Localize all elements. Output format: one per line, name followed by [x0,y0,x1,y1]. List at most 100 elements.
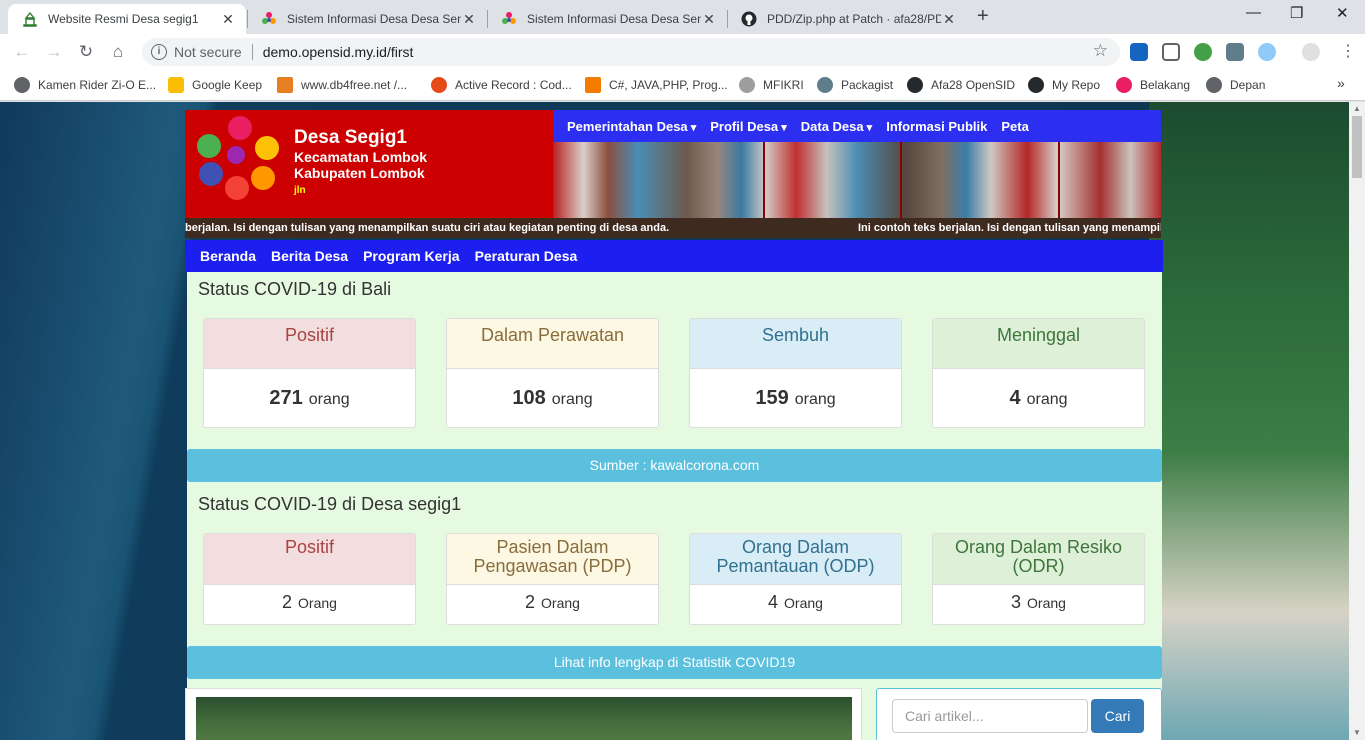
search-button[interactable]: Cari [1091,699,1144,733]
nav-peta[interactable]: Peta [1001,119,1028,134]
bookmark-item[interactable]: www.db4free.net /... [277,77,407,93]
running-text-2: Ini contoh teks berjalan. Isi dengan tul… [858,222,1161,234]
opensid-logo-icon [502,12,516,24]
search-widget: Cari artikel... Cari [876,688,1162,740]
card-unit: Orang [784,595,823,611]
covid-desa-title: Status COVID-19 di Desa segig1 [198,494,462,514]
tab-title: Website Resmi Desa segig1 [48,12,199,26]
covid-statistics-link[interactable]: Lihat info lengkap di Statistik COVID19 [187,646,1162,679]
globe-icon [14,77,30,93]
page-scrollbar[interactable]: ▲ ▼ [1349,102,1365,740]
featured-article-image[interactable] [196,697,852,740]
bookmark-item[interactable]: My Repo [1028,77,1100,93]
maximize-button[interactable]: ❐ [1290,4,1303,22]
security-label: Not secure [174,44,242,60]
nav-peraturan-desa[interactable]: Peraturan Desa [475,248,578,264]
codeigniter-icon [431,77,447,93]
site-kecamatan: Kecamatan Lombok [294,149,428,165]
site-name[interactable]: Desa Segig1 [294,127,407,149]
header-photo-strip [553,142,1161,218]
github-icon [907,77,923,93]
phpmyadmin-icon [277,77,293,93]
card-value: 3 [1011,592,1022,612]
packagist-icon [817,77,833,93]
card-value: 2 [525,592,536,612]
reload-button[interactable]: ↻ [76,42,96,62]
extension-globe-icon[interactable] [1194,43,1212,61]
nav-data-desa[interactable]: Data Desa [801,119,872,134]
extension-info-icon[interactable] [1258,43,1276,61]
close-tab-icon[interactable]: ✕ [461,11,477,28]
bookmark-item[interactable]: C#, JAVA,PHP, Prog... [585,77,728,93]
home-button[interactable]: ⌂ [108,42,128,62]
info-icon[interactable]: i [151,44,167,60]
village-logo[interactable] [195,114,285,200]
close-tab-icon[interactable]: ✕ [701,11,717,28]
url-text[interactable]: demo.opensid.my.id/first [263,44,414,60]
tab-github-pdd[interactable]: PDD/Zip.php at Patch · afa28/PDI ✕ [727,4,967,34]
card-unit: orang [308,391,350,408]
page-viewport: Desa Segig1 Kecamatan Lombok Kabupaten L… [0,102,1349,740]
covid-desa-positif-card: Positif 2 Orang [203,533,416,625]
tab-sistem-informasi-2[interactable]: Sistem Informasi Desa Desa Seng ✕ [487,4,727,34]
card-unit: Orang [298,595,337,611]
tab-sistem-informasi-1[interactable]: Sistem Informasi Desa Desa Seng ✕ [247,4,487,34]
github-icon [741,11,757,27]
bookmark-star-icon[interactable]: ☆ [1093,41,1108,61]
card-value: 4 [768,592,779,612]
bookmark-item[interactable]: MFIKRI [739,77,804,93]
tab-website-desa[interactable]: Website Resmi Desa segig1 ✕ [8,4,246,34]
nav-informasi-publik[interactable]: Informasi Publik [886,119,987,134]
covid-source-link[interactable]: Sumber : kawalcorona.com [187,449,1162,482]
address-divider [251,44,253,60]
bookmark-item[interactable]: Google Keep [168,77,262,93]
covid-desa-odr-card: Orang Dalam Resiko (ODR) 3 Orang [932,533,1145,625]
covid-bali-positif-card: Positif 271 orang [203,318,416,428]
bookmark-item[interactable]: Kamen Rider Zi-O E... [14,77,156,93]
bookmark-item[interactable]: Belakang [1116,77,1190,93]
scrollbar-thumb[interactable] [1352,116,1362,178]
pocket-icon[interactable] [1162,43,1180,61]
nav-profil-desa[interactable]: Profil Desa [710,119,787,134]
extension-v-icon[interactable] [1130,43,1148,61]
nav-program-kerja[interactable]: Program Kerja [363,248,459,264]
browser-toolbar: ← → ↻ ⌂ i Not secure demo.opensid.my.id/… [0,34,1365,70]
covid-bali-title: Status COVID-19 di Bali [198,279,392,299]
close-window-button[interactable]: ✕ [1336,4,1349,22]
scroll-up-icon[interactable]: ▲ [1353,104,1361,113]
card-value: 4 [1009,387,1021,409]
keep-icon [168,77,184,93]
menu-kebab-icon[interactable]: ⋮ [1340,41,1356,61]
bookmark-item[interactable]: Active Record : Cod... [431,77,572,93]
new-tab-button[interactable]: + [977,5,989,28]
search-input[interactable]: Cari artikel... [892,699,1088,733]
mfikri-icon [739,77,755,93]
close-tab-icon[interactable]: ✕ [220,11,236,28]
minimize-button[interactable]: — [1246,4,1261,21]
globe-icon [1206,77,1222,93]
covid-desa-odp-card: Orang Dalam Pemantauan (ODP) 4 Orang [689,533,902,625]
covid-bali-perawatan-card: Dalam Perawatan 108 orang [446,318,659,428]
card-label: Positif [204,319,415,369]
site-kabupaten: Kabupaten Lombok [294,165,425,181]
profile-avatar[interactable] [1302,43,1320,61]
card-label: Meninggal [933,319,1144,369]
card-label: Dalam Perawatan [447,319,658,369]
close-tab-icon[interactable]: ✕ [941,11,957,28]
main-navigation: Beranda Berita Desa Program Kerja Peratu… [185,240,1163,272]
bookmark-item[interactable]: Depan [1206,77,1265,93]
main-content: Status COVID-19 di Bali Positif 271 orang… [187,272,1162,740]
bookmarks-overflow-button[interactable]: » [1337,75,1345,91]
back-button[interactable]: ← [12,42,32,62]
bookmark-item[interactable]: Afa28 OpenSID [907,77,1015,93]
bookmark-item[interactable]: Packagist [817,77,893,93]
scroll-down-icon[interactable]: ▼ [1353,728,1361,737]
address-bar[interactable]: i Not secure demo.opensid.my.id/first ☆ [142,38,1120,66]
forward-button[interactable]: → [44,42,64,62]
covid-bali-meninggal-card: Meninggal 4 orang [932,318,1145,428]
nav-pemerintahan-desa[interactable]: Pemerintahan Desa [567,119,696,134]
nav-berita-desa[interactable]: Berita Desa [271,248,348,264]
opensid-logo-icon [262,12,276,24]
nav-beranda[interactable]: Beranda [200,248,256,264]
extension-db-icon[interactable] [1226,43,1244,61]
